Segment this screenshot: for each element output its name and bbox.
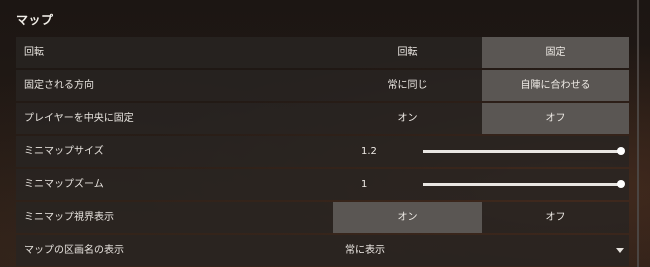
option-always-same[interactable]: 常に同じ	[333, 70, 482, 101]
scrollbar-track[interactable]	[637, 0, 639, 267]
minimap-size-slider[interactable]	[423, 150, 621, 153]
setting-row-minimap-size: ミニマップサイズ 1.2	[16, 136, 629, 167]
setting-row-region-names: マップの区画名の表示 常に表示	[16, 235, 629, 266]
minimap-zoom-slider-handle[interactable]	[617, 180, 625, 188]
option-vision-off[interactable]: オフ	[482, 202, 629, 233]
minimap-zoom-value: 1	[361, 179, 368, 190]
minimap-zoom-slider[interactable]	[423, 183, 621, 186]
chevron-down-icon	[616, 248, 624, 253]
section-title: マップ	[16, 13, 54, 27]
setting-label-minimap-size: ミニマップサイズ	[24, 146, 104, 157]
region-names-selected-value: 常に表示	[345, 245, 385, 256]
option-fixed[interactable]: 固定	[482, 37, 629, 68]
setting-row-fixed-direction: 固定される方向 常に同じ 自陣に合わせる	[16, 70, 629, 101]
setting-row-rotation: 回転 回転 固定	[16, 37, 629, 68]
option-vision-on[interactable]: オン	[333, 202, 482, 233]
setting-label-minimap-vision: ミニマップ視界表示	[24, 212, 114, 223]
setting-row-minimap-vision: ミニマップ視界表示 オン オフ	[16, 202, 629, 233]
region-names-dropdown[interactable]: 常に表示	[333, 235, 629, 266]
option-center-on[interactable]: オン	[333, 103, 482, 134]
setting-row-minimap-zoom: ミニマップズーム 1	[16, 169, 629, 200]
settings-list: 回転 回転 固定 固定される方向 常に同じ 自陣に合わせる プレイヤーを中央に固…	[16, 37, 629, 267]
setting-label-rotation: 回転	[24, 47, 44, 58]
option-rotate[interactable]: 回転	[333, 37, 482, 68]
minimap-size-value: 1.2	[361, 146, 377, 157]
setting-label-region-names: マップの区画名の表示	[24, 245, 124, 256]
minimap-size-slider-handle[interactable]	[617, 147, 625, 155]
setting-label-center-player: プレイヤーを中央に固定	[24, 113, 134, 124]
setting-label-minimap-zoom: ミニマップズーム	[24, 179, 104, 190]
setting-row-center-player: プレイヤーを中央に固定 オン オフ	[16, 103, 629, 134]
setting-label-fixed-direction: 固定される方向	[24, 80, 94, 91]
option-match-team-side[interactable]: 自陣に合わせる	[482, 70, 629, 101]
option-center-off[interactable]: オフ	[482, 103, 629, 134]
settings-panel: マップ 回転 回転 固定 固定される方向 常に同じ 自陣に合わせる プレイヤーを…	[0, 0, 650, 267]
